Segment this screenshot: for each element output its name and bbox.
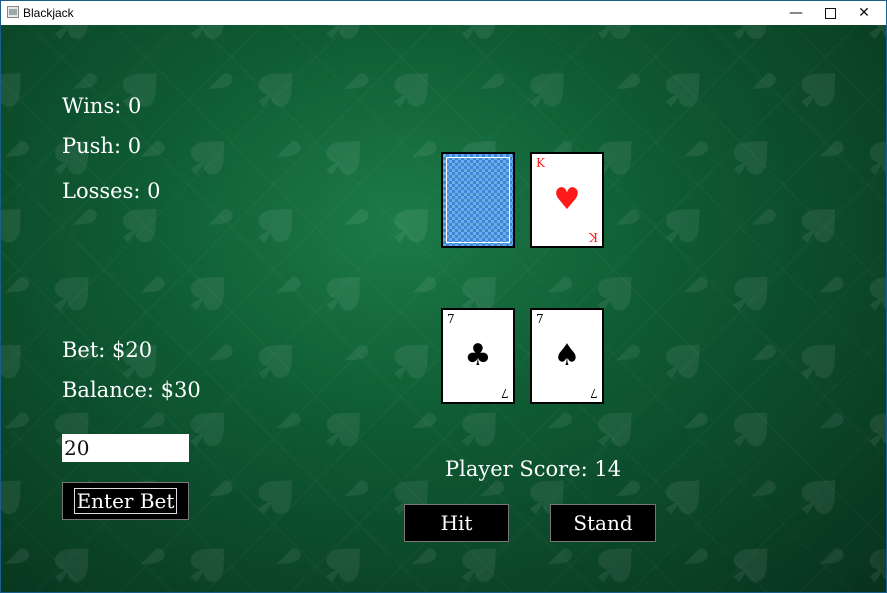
- title-bar[interactable]: Blackjack — ✕: [1, 1, 886, 25]
- card-rank-bottom: K: [589, 230, 598, 244]
- stand-button[interactable]: Stand: [550, 504, 656, 542]
- maximize-button[interactable]: [813, 1, 847, 25]
- enter-bet-button[interactable]: Enter Bet: [62, 482, 189, 520]
- card-rank-bottom: 7: [590, 386, 598, 400]
- maximize-icon: [824, 7, 836, 19]
- player-score: Player Score: 14: [445, 457, 622, 481]
- card-rank-top: 7: [536, 312, 544, 326]
- spade-icon: ♠: [553, 338, 581, 373]
- dealer-card-hidden: [441, 152, 515, 248]
- minimize-icon: —: [789, 5, 803, 21]
- card-rank-top: K: [536, 156, 545, 170]
- stand-label: Stand: [573, 511, 633, 535]
- dealer-card: K ♥ K: [530, 152, 604, 248]
- player-card: 7 ♠ 7: [530, 308, 604, 404]
- bet-label: Bet: $20: [62, 338, 153, 362]
- card-rank-top: 7: [447, 312, 455, 326]
- club-icon: ♣: [464, 338, 492, 373]
- wins-label: Wins: 0: [62, 94, 142, 118]
- game-table: Wins: 0 Push: 0 Losses: 0 Bet: $20 Balan…: [1, 25, 886, 592]
- hit-button[interactable]: Hit: [404, 504, 509, 542]
- app-window: Blackjack — ✕ Wins: 0 Push: 0 Losses: 0 …: [0, 0, 887, 593]
- enter-bet-label: Enter Bet: [73, 488, 178, 514]
- window-title: Blackjack: [23, 6, 74, 20]
- java-app-icon: [7, 6, 19, 18]
- heart-icon: ♥: [553, 182, 581, 217]
- close-icon: ✕: [858, 5, 870, 21]
- push-label: Push: 0: [62, 134, 142, 158]
- balance-label: Balance: $30: [62, 378, 201, 402]
- close-button[interactable]: ✕: [847, 1, 881, 25]
- bet-input[interactable]: [62, 434, 189, 462]
- minimize-button[interactable]: —: [779, 1, 813, 25]
- card-rank-bottom: 7: [501, 386, 509, 400]
- losses-label: Losses: 0: [62, 179, 161, 203]
- player-card: 7 ♣ 7: [441, 308, 515, 404]
- card-back-border: [446, 157, 510, 243]
- hit-label: Hit: [440, 511, 473, 535]
